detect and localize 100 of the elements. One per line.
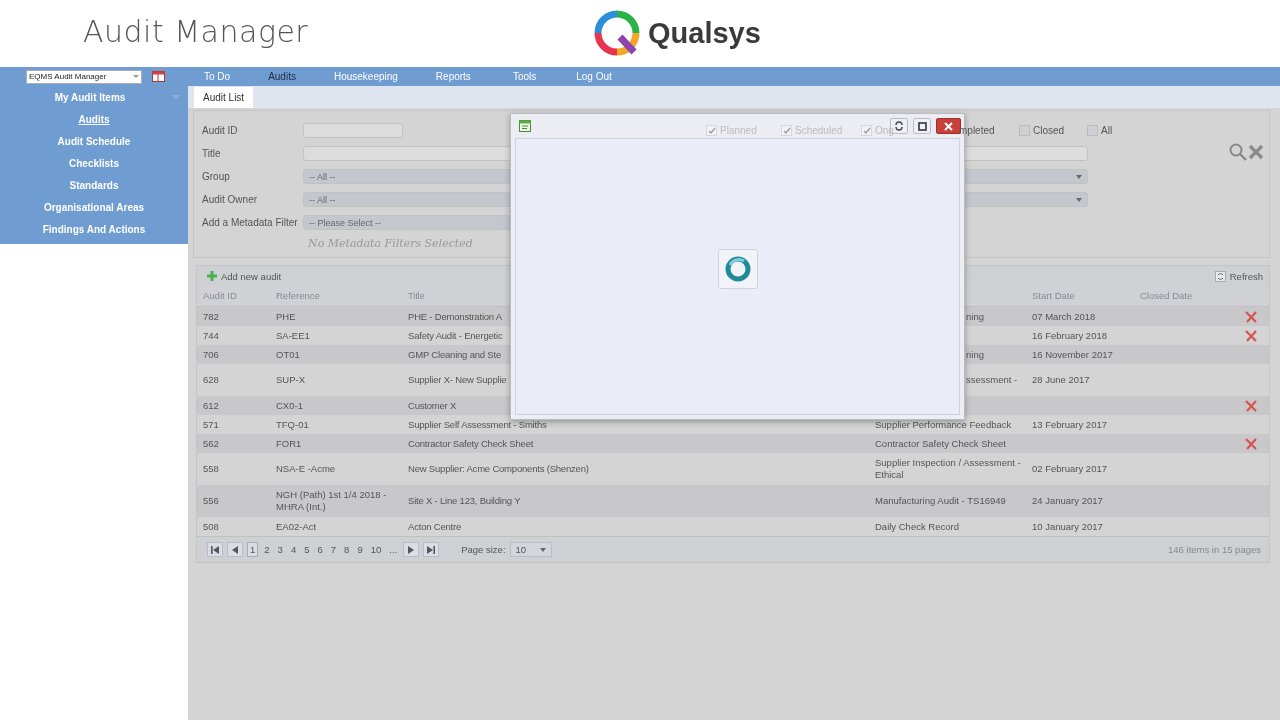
maximize-button[interactable] (913, 118, 931, 134)
table-cell-text: 16 February 2018 (1032, 329, 1108, 342)
page-link[interactable]: 1 (247, 542, 259, 557)
page-link[interactable]: 3 (275, 543, 285, 556)
delete-icon[interactable] (1245, 329, 1257, 342)
page-size-select[interactable]: 10 (509, 542, 553, 557)
status-checkbox[interactable] (1019, 125, 1030, 136)
table-cell-text: 02 February 2017 (1032, 463, 1108, 475)
page-link[interactable]: ... (387, 543, 400, 556)
table-cell-text: EA02-Act (276, 520, 318, 533)
table-cell-text: PHE - Demonstration A (408, 310, 503, 323)
window-icon (519, 120, 531, 132)
tab[interactable]: Audit List (194, 87, 254, 108)
table-cell-text: 558 (203, 463, 220, 475)
first-page-button[interactable] (207, 542, 223, 557)
table-cell-text: SA-EE1 (276, 329, 311, 342)
table-cell-text: Supplier Performance Feedback (875, 418, 1013, 431)
empty-filters-note: No Metadata Filters Selected (308, 237, 474, 250)
table-cell-text: NGH (Path) 1st 1/4 2018 - MHRA (Int.) (276, 489, 388, 513)
table-cell-text: 24 January 2017 (1032, 495, 1104, 507)
status-label: Ong (875, 125, 894, 136)
table-cell-text: Safety Audit - Energetic (408, 329, 504, 342)
table-cell-text: Contractor Safety Check Sheet (875, 437, 1007, 450)
sidebar-section-header[interactable]: My Audit Items (0, 86, 188, 108)
table-cell-text: ning (965, 348, 985, 361)
nav-tab[interactable]: Tools (512, 71, 537, 82)
app-title: Audit Manager (83, 14, 309, 49)
table-cell-text: 508 (203, 520, 220, 533)
field-label: Audit Owner (201, 194, 259, 205)
table-cell-text: Site X - Line 123, Building Y (408, 495, 522, 507)
page-link[interactable]: 7 (328, 543, 339, 556)
table-cell-text: SUP-X (276, 374, 307, 386)
table-cell-text: Supplier X- New Supplie (408, 374, 508, 386)
table-cell-text: FOR1 (276, 437, 303, 450)
audit-id-field[interactable] (303, 123, 403, 138)
table-cell-text: 628 (203, 374, 220, 386)
previous-icon[interactable] (232, 545, 238, 554)
table-cell-text: New Supplier: Acme Components (Shenzen) (408, 463, 590, 475)
sidebar-item[interactable]: Organisational Areas (0, 196, 188, 218)
first-page-icon[interactable] (211, 545, 219, 554)
next-icon[interactable] (408, 545, 415, 554)
table-cell-text: ning (965, 310, 985, 323)
table-cell-text: 28 June 2017 (1032, 374, 1091, 386)
status-label: Closed (1033, 125, 1065, 136)
field-label: Audit ID (201, 125, 239, 136)
page-size-label: Page size: (461, 544, 506, 555)
previous-page-button[interactable] (227, 542, 243, 557)
table-cell-text: 612 (203, 399, 220, 412)
table-cell-text: 13 February 2017 (1032, 418, 1108, 431)
table-cell-text: 16 November 2017 (1032, 348, 1114, 361)
table-cell-text: Contractor Safety Check Sheet (408, 437, 535, 450)
page-link[interactable]: 10 (368, 543, 384, 556)
page-link[interactable]: 9 (355, 543, 365, 556)
next-page-button[interactable] (403, 542, 420, 557)
table-cell-text: 10 January 2017 (1032, 520, 1104, 533)
layout-icon[interactable] (152, 71, 165, 82)
add-audit-button[interactable]: Add new audit (207, 270, 282, 282)
field-label: Add a Metadata Filter (201, 217, 299, 228)
sidebar-item[interactable]: Checklists (0, 152, 188, 174)
field-label: Title (201, 148, 222, 159)
module-select[interactable]: EQMS Audit Manager (26, 69, 142, 84)
table-cell-text: Manufacturing Audit - TS16949 (875, 495, 1007, 507)
table-cell-text: CX0-1 (276, 399, 304, 412)
nav-tab[interactable]: Housekeeping (333, 71, 398, 82)
reload-icon[interactable] (894, 121, 904, 131)
status-label: All (1101, 125, 1113, 136)
last-page-icon[interactable] (427, 545, 436, 554)
nav-tab[interactable]: Audits (268, 71, 296, 82)
page-link[interactable]: 4 (288, 543, 299, 556)
page-link[interactable]: 8 (342, 543, 352, 556)
page-link[interactable]: 2 (262, 543, 272, 556)
refresh-button[interactable]: Refresh (1214, 270, 1263, 282)
nav-tab[interactable]: Log Out (576, 71, 612, 82)
table-cell-text: 562 (203, 437, 220, 450)
table-cell-text: 556 (203, 495, 220, 507)
last-page-button[interactable] (423, 542, 440, 557)
table-cell-text: 706 (203, 348, 220, 361)
loading-spinner (717, 248, 758, 289)
page-link[interactable]: 6 (315, 543, 325, 556)
table-cell-text: 744 (203, 329, 220, 342)
table-cell-text: 782 (203, 310, 220, 323)
refresh-icon[interactable] (1214, 270, 1226, 282)
table-cell-text: Customer X (408, 399, 458, 412)
table-cell-text: Supplier Inspection / Assessment - Ethical (875, 457, 1022, 481)
table-cell-text: GMP Cleaning and Ste (408, 348, 502, 361)
close-button[interactable] (936, 118, 961, 134)
table-cell-text: 07 March 2018 (1032, 310, 1097, 323)
page-link[interactable]: 5 (302, 543, 312, 556)
table-cell-text: NSA-E -Acme (276, 463, 337, 475)
maximize-icon[interactable] (917, 121, 927, 131)
nav-tab[interactable]: To Do (204, 71, 231, 82)
sidebar-item[interactable]: Audit Schedule (0, 130, 188, 152)
sidebar-item[interactable]: Findings And Actions (0, 218, 188, 240)
sidebar-item[interactable]: Audits (0, 108, 188, 130)
sidebar-item[interactable]: Standards (0, 174, 188, 196)
table-cell-text: ssessment - (965, 374, 1019, 386)
nav-tab[interactable]: Reports (435, 71, 471, 82)
table-cell-text: TFQ-01 (276, 418, 310, 431)
status-checkbox[interactable] (1087, 125, 1098, 136)
table-cell-text: PHE (276, 310, 297, 323)
